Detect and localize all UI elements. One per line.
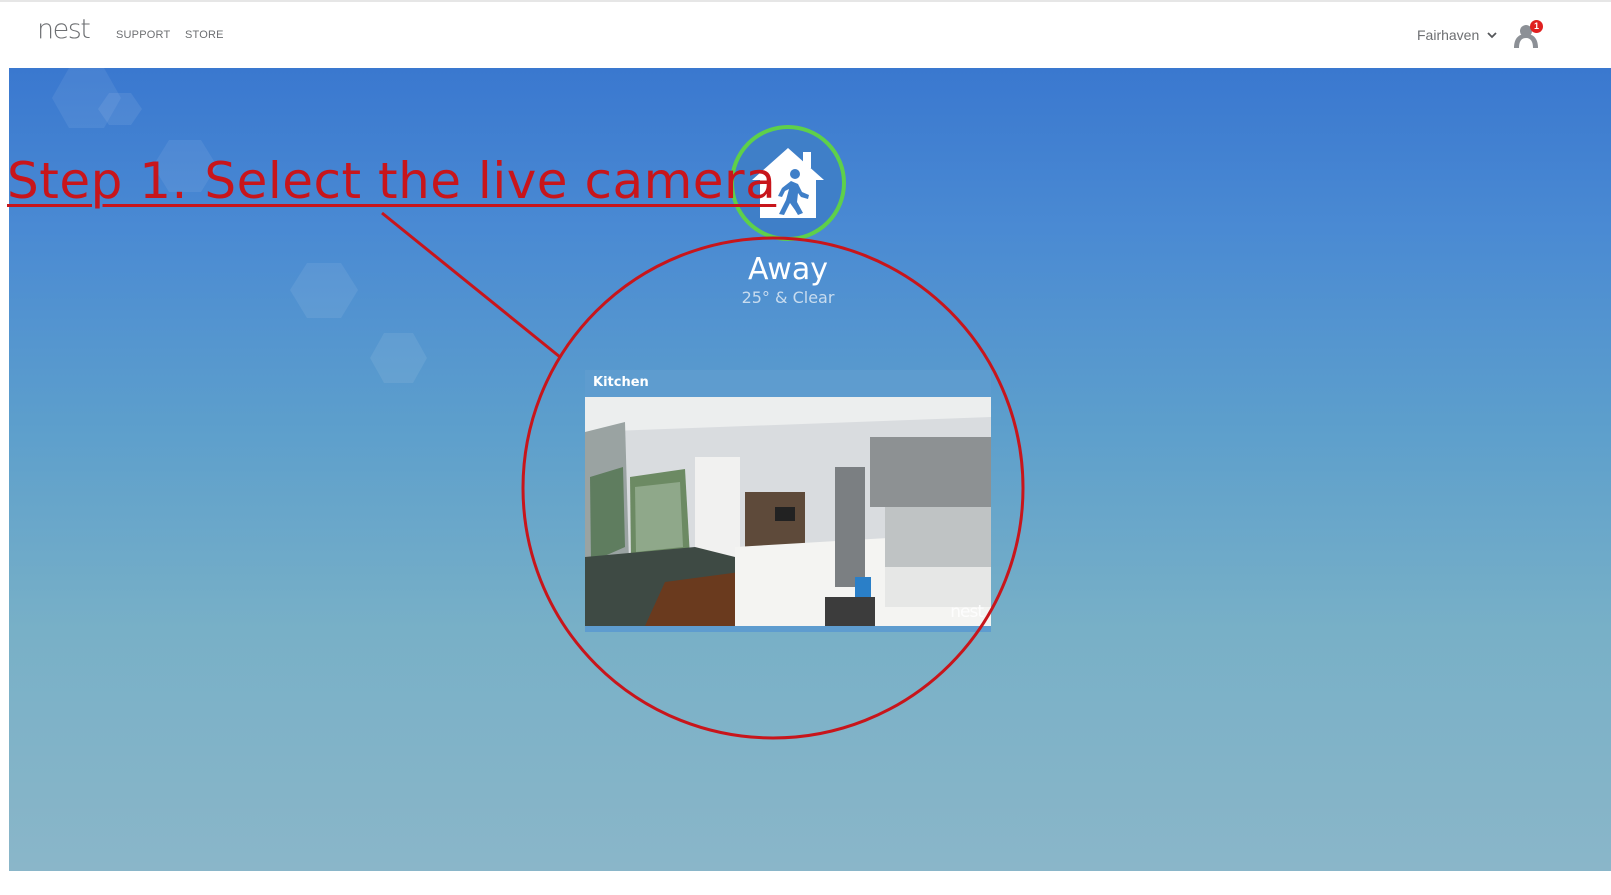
camera-name: Kitchen	[593, 375, 649, 390]
nav-store-link[interactable]: STORE	[185, 29, 224, 41]
home-mode-label: Away	[748, 252, 828, 287]
camera-live-feed[interactable]: nest	[585, 397, 991, 626]
nav-support-link[interactable]: SUPPORT	[116, 29, 170, 41]
page-bottom-strip	[0, 871, 1611, 895]
weather-label: 25° & Clear	[741, 288, 835, 307]
home-selector[interactable]: Fairhaven	[1417, 27, 1499, 43]
annotation-step-label: Step 1. Select the live camera	[7, 152, 777, 210]
home-name: Fairhaven	[1417, 27, 1480, 43]
chevron-down-icon	[1487, 32, 1497, 39]
camera-feed-image	[585, 397, 991, 626]
background-hexagons	[52, 68, 427, 383]
notification-badge: 1	[1530, 20, 1543, 33]
camera-watermark: nest	[950, 602, 984, 622]
nest-logo[interactable]: nest	[37, 14, 91, 45]
top-navigation-bar: nest SUPPORT STORE Fairhaven 1	[0, 0, 1611, 68]
camera-card-kitchen[interactable]: Kitchen nest	[585, 370, 991, 632]
